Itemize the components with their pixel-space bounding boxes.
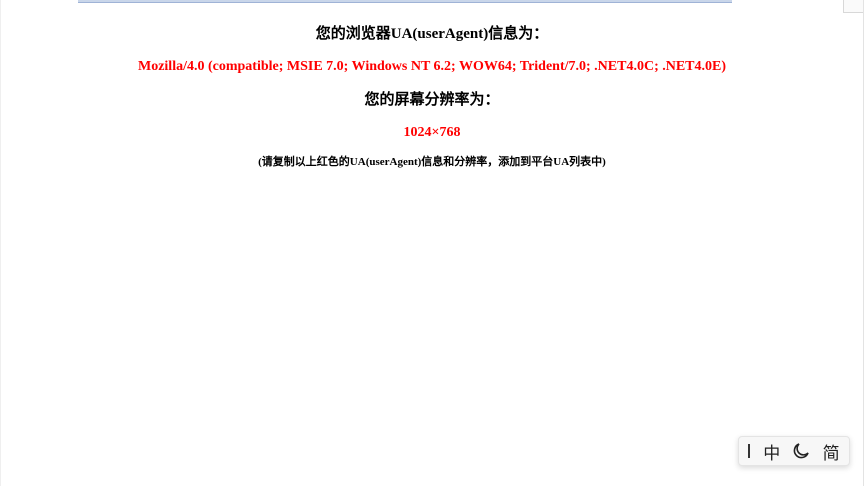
top-right-corner xyxy=(843,0,864,13)
top-scroll-bar[interactable] xyxy=(78,0,732,3)
half-moon-icon xyxy=(792,442,810,460)
ime-toolbar-grip[interactable] xyxy=(748,444,750,458)
ime-script-toggle[interactable]: 简 xyxy=(819,439,843,464)
ua-heading: 您的浏览器UA(userAgent)信息为： xyxy=(315,26,549,42)
ime-language-toggle[interactable]: 中 xyxy=(760,439,784,464)
copy-instruction-note: (请复制以上红色的UA(userAgent)信息和分辨率，添加到平台UA列表中) xyxy=(258,156,606,168)
resolution-value: 1024×768 xyxy=(403,125,461,140)
ua-info-content: 您的浏览器UA(userAgent)信息为： Mozilla/4.0 (comp… xyxy=(0,24,864,170)
ime-toolbar: 中 简 xyxy=(738,436,850,466)
resolution-heading: 您的屏幕分辨率为： xyxy=(364,92,500,108)
ime-width-mode-toggle[interactable] xyxy=(790,439,814,463)
ua-value: Mozilla/4.0 (compatible; MSIE 7.0; Windo… xyxy=(137,59,727,74)
